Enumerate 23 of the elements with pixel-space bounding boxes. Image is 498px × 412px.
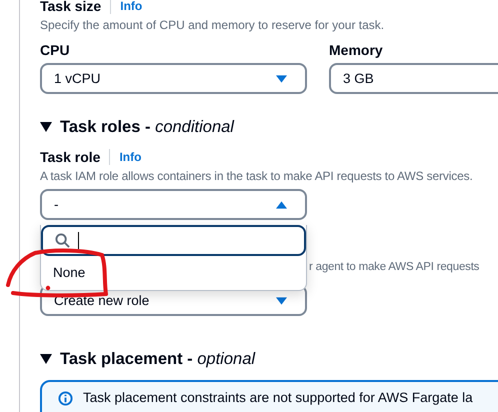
search-field[interactable] [41,225,306,256]
info-link[interactable]: Info [120,0,142,13]
info-icon [58,391,73,406]
search-icon [55,233,70,248]
field-description: r agent to make AWS API requests [309,260,480,275]
info-link[interactable]: Info [119,150,142,164]
caret-icon [276,74,287,82]
field-description: Specify the amount of CPU and memory to reserve for your task. [40,18,386,33]
expand-caret-icon [40,354,52,364]
caret-icon [276,200,287,208]
memory-select[interactable]: 3 GB [329,63,498,94]
section-header[interactable]: Task placement - optional [40,348,498,370]
expand-caret-icon [40,122,52,132]
field-description: A task IAM role allows containers in the task to make API requests to AWS services. [40,169,474,184]
cpu-select[interactable]: 1 vCPU [40,63,307,94]
caret-icon [276,296,287,304]
field-label: Task size [40,0,102,14]
field-label: CPU [40,42,71,58]
alert-text: Task placement constraints are not supported for AWS Fargate la [83,390,473,405]
task-role-select[interactable]: - [40,189,307,220]
field-label: Task role [40,149,100,165]
section-header[interactable]: Task roles - conditional [40,116,498,138]
field-label: Memory [329,42,384,58]
